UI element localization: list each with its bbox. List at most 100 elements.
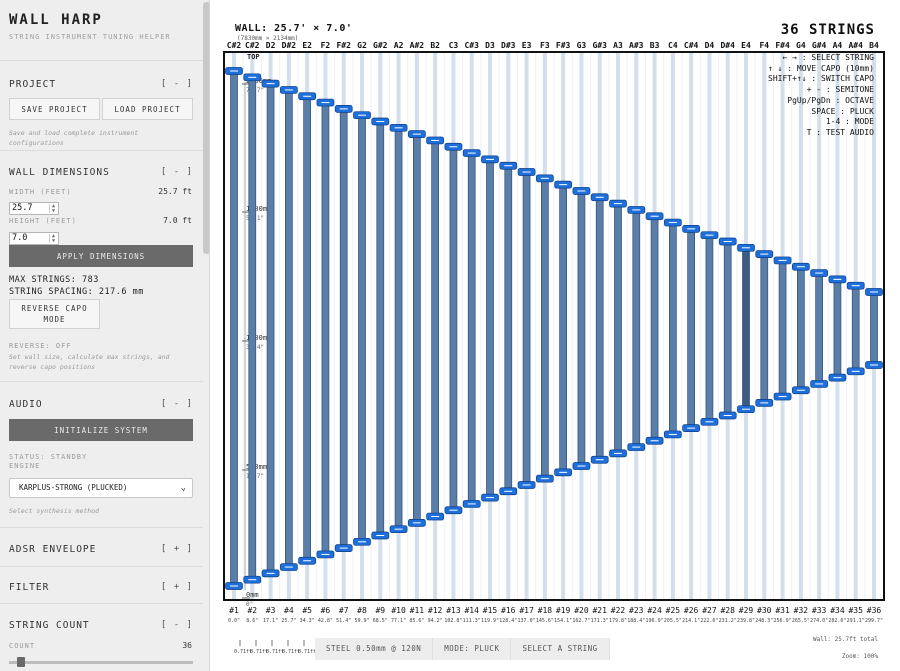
- string-11: [413, 133, 421, 524]
- string-position-label: 196.9": [646, 618, 664, 624]
- note-label: A#2: [410, 41, 425, 50]
- string-9: [376, 121, 385, 536]
- help-line: ↑ ↓ : MOVE CAPO (10mm): [768, 63, 874, 73]
- string-index-label: #20: [574, 606, 589, 615]
- width-input[interactable]: 25.7 ▲ ▼: [9, 202, 59, 215]
- section-audio-header[interactable]: AUDIO [ - ]: [9, 399, 193, 410]
- width-stepper[interactable]: ▲ ▼: [49, 204, 57, 213]
- help-line: T : TEST AUDIO: [806, 127, 874, 137]
- string-index-label: #9: [375, 606, 385, 615]
- note-label: F#3: [556, 41, 571, 50]
- height-display: 7.0 ft: [163, 216, 192, 225]
- engine-select[interactable]: KARPLUS-STRONG (PLUCKED) ⌄: [9, 478, 193, 498]
- string-position-label: 205.5": [664, 618, 682, 624]
- string-count-slider-thumb[interactable]: [17, 657, 26, 667]
- string-position-label: 299.7": [865, 618, 883, 624]
- note-label: C#2: [245, 41, 260, 50]
- string-position-label: 17.1": [263, 618, 278, 624]
- string-index-label: #33: [812, 606, 827, 615]
- string-17: [522, 171, 531, 486]
- note-label: G#2: [373, 41, 388, 50]
- string-position-label: 25.7": [281, 618, 296, 624]
- note-label: C#2: [227, 41, 242, 50]
- string-position-label: 128.4": [499, 618, 517, 624]
- count-value: 36: [182, 641, 192, 650]
- section-project-toggle[interactable]: [ - ]: [161, 79, 193, 89]
- reverse-status: REVERSE: OFF: [9, 342, 72, 350]
- string-33: [815, 272, 823, 385]
- string-15: [486, 159, 494, 498]
- note-label: D3: [485, 41, 495, 50]
- note-label: D#3: [501, 41, 516, 50]
- engine-label: ENGINE: [9, 462, 41, 470]
- note-label: A3: [613, 41, 623, 50]
- load-project-button[interactable]: LOAD PROJECT: [102, 98, 193, 120]
- string-10: [394, 127, 403, 530]
- sidebar-scrollbar[interactable]: [203, 2, 209, 254]
- note-label: F2: [321, 41, 331, 50]
- count-label: COUNT: [9, 642, 36, 650]
- string-position-label: 145.6": [536, 618, 554, 624]
- string-index-label: #29: [739, 606, 754, 615]
- string-index-label: #2: [247, 606, 257, 615]
- string-25: [669, 222, 677, 435]
- note-label: A#4: [848, 41, 863, 50]
- string-30: [760, 253, 769, 404]
- note-label: C3: [449, 41, 459, 50]
- section-string-count-header[interactable]: STRING COUNT [ - ]: [9, 620, 193, 631]
- section-wall-toggle[interactable]: [ - ]: [161, 167, 193, 177]
- string-13: [449, 146, 458, 511]
- string-29: [742, 247, 750, 410]
- note-label: G#4: [812, 41, 827, 50]
- string-19: [559, 184, 567, 473]
- section-project-header[interactable]: PROJECT [ - ]: [9, 79, 193, 90]
- reverse-capo-button[interactable]: REVERSE CAPO MODE: [9, 299, 100, 329]
- initialize-system-button[interactable]: INITIALIZE SYSTEM: [9, 419, 193, 441]
- section-adsr-toggle[interactable]: [ + ]: [161, 544, 193, 554]
- string-index-label: #1: [229, 606, 239, 615]
- string-position-label: 291.1": [847, 618, 865, 624]
- string-7: [339, 108, 348, 549]
- harp-canvas[interactable]: 2000mm78.7"1500mm59.1"1000mm39.4"500mm19…: [210, 0, 900, 671]
- help-line: SPACE : PLUCK: [811, 106, 874, 116]
- string-index-label: #27: [702, 606, 717, 615]
- string-position-label: 188.4": [627, 618, 645, 624]
- section-filter-toggle[interactable]: [ + ]: [161, 582, 193, 592]
- string-position-label: 256.9": [774, 618, 792, 624]
- height-label: HEIGHT (FEET): [9, 217, 77, 225]
- note-label: C#3: [464, 41, 479, 50]
- note-label: F#2: [336, 41, 351, 50]
- string-index-label: #5: [302, 606, 312, 615]
- zoom-level: Zoom: 100%: [841, 653, 878, 660]
- section-string-count-toggle[interactable]: [ - ]: [161, 620, 193, 630]
- string-index-label: #18: [538, 606, 553, 615]
- section-adsr-header[interactable]: ADSR ENVELOPE [ + ]: [9, 544, 193, 555]
- string-2: [248, 76, 257, 581]
- string-position-label: 171.3": [591, 618, 609, 624]
- section-wall-header[interactable]: WALL DIMENSIONS [ - ]: [9, 167, 193, 178]
- string-index-label: #8: [357, 606, 367, 615]
- help-line: + - : SEMITONE: [806, 85, 874, 95]
- section-audio-toggle[interactable]: [ - ]: [161, 399, 193, 409]
- string-count-slider[interactable]: [9, 661, 193, 664]
- divider: [0, 381, 203, 382]
- section-filter-header[interactable]: FILTER [ + ]: [9, 582, 193, 593]
- note-label: G4: [796, 41, 806, 50]
- string-position-label: 222.6": [700, 618, 718, 624]
- note-label: C4: [668, 41, 678, 50]
- string-position-label: 137.0": [518, 618, 536, 624]
- note-label: D#4: [720, 41, 735, 50]
- string-index-label: #13: [446, 606, 461, 615]
- string-position-label: 59.9": [354, 618, 369, 624]
- apply-dimensions-button[interactable]: APPLY DIMENSIONS: [9, 245, 193, 267]
- height-input[interactable]: 7.0 ▲ ▼: [9, 232, 59, 245]
- note-label: G#3: [592, 41, 607, 50]
- string-position-label: 34.3": [300, 618, 315, 624]
- save-project-button[interactable]: SAVE PROJECT: [9, 98, 100, 120]
- height-stepper[interactable]: ▲ ▼: [49, 234, 57, 243]
- width-input-value: 25.7: [12, 203, 33, 213]
- string-index-label: #30: [757, 606, 772, 615]
- string-position-label: 68.5": [373, 618, 388, 624]
- string-20: [577, 190, 586, 467]
- section-wall-title: WALL DIMENSIONS: [9, 167, 110, 178]
